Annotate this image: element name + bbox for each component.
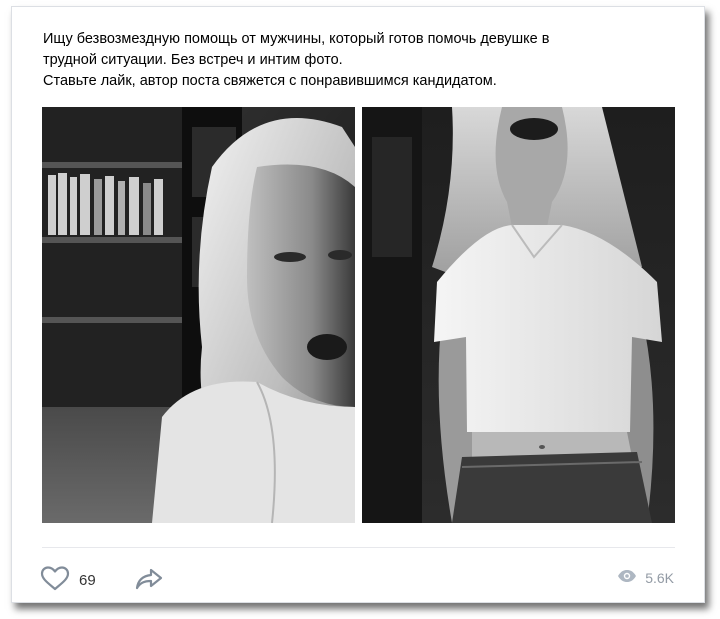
eye-icon bbox=[617, 569, 637, 586]
actions-divider bbox=[42, 547, 675, 548]
post-photo-1[interactable] bbox=[42, 107, 355, 523]
post-text-line: трудной ситуации. Без встреч и интим фот… bbox=[43, 52, 343, 68]
photo-2-image bbox=[362, 107, 675, 523]
share-button[interactable] bbox=[134, 567, 164, 596]
post-text-line: Ищу безвозмездную помощь от мужчины, кот… bbox=[43, 31, 550, 47]
like-count: 69 bbox=[79, 572, 96, 589]
post-card: Ищу безвозмездную помощь от мужчины, кот… bbox=[11, 6, 705, 603]
views-counter: 5.6K bbox=[617, 569, 674, 586]
share-arrow-icon bbox=[134, 567, 164, 596]
post-text-line: Ставьте лайк, автор поста свяжется с пон… bbox=[43, 73, 497, 89]
heart-icon bbox=[40, 565, 70, 596]
photo-1-image bbox=[42, 107, 355, 523]
post-photo-2[interactable] bbox=[362, 107, 675, 523]
like-button[interactable]: 69 bbox=[40, 565, 96, 596]
views-count: 5.6K bbox=[645, 569, 674, 586]
post-text: Ищу безвозмездную помощь от мужчины, кот… bbox=[43, 29, 663, 92]
